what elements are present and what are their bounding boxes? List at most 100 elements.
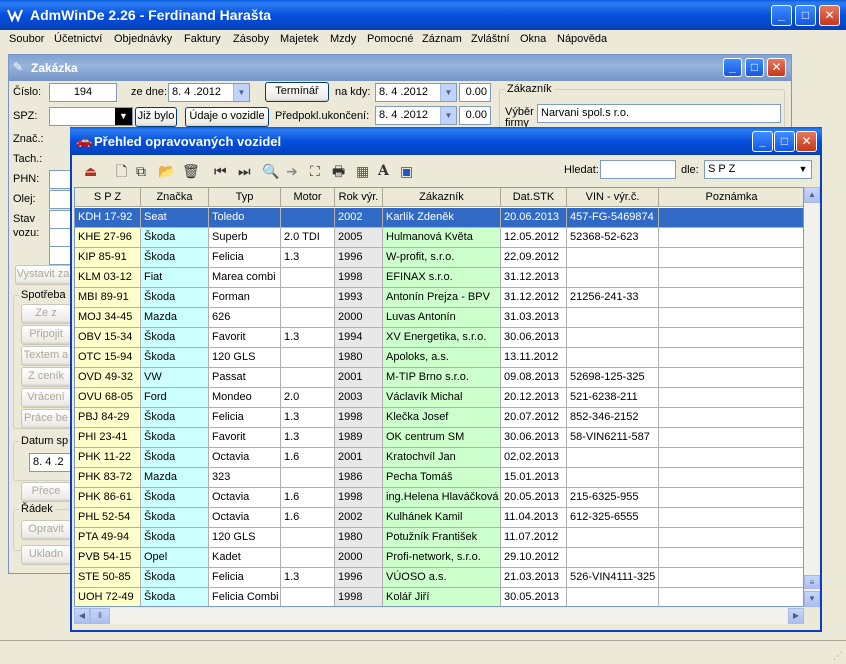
cell-poznamka[interactable] <box>659 308 803 328</box>
scroll-up-icon[interactable]: ▲ <box>804 187 820 203</box>
cell-zakaznik[interactable]: Apoloks, a.s. <box>383 348 501 368</box>
menu-majetek[interactable]: Majetek <box>280 33 319 45</box>
cell-typ[interactable]: Favorit <box>209 328 281 348</box>
cell-dat-stk[interactable]: 31.12.2012 <box>501 288 567 308</box>
cell-dat-stk[interactable]: 09.08.2013 <box>501 368 567 388</box>
cell-rok[interactable]: 2000 <box>335 548 383 568</box>
cell-vin[interactable] <box>567 308 659 328</box>
cell-znacka[interactable]: Škoda <box>141 288 209 308</box>
cell-vin[interactable]: 852-346-2152 <box>567 408 659 428</box>
chevron-down-icon[interactable]: ▼ <box>115 108 132 125</box>
cell-spz[interactable]: KHE 27-96 <box>75 228 141 248</box>
cell-vin[interactable]: 52368-52-623 <box>567 228 659 248</box>
cell-rok[interactable]: 1980 <box>335 348 383 368</box>
cell-vin[interactable] <box>567 548 659 568</box>
cell-rok[interactable]: 1998 <box>335 268 383 288</box>
scroll-right-icon[interactable]: ▶ <box>788 608 804 624</box>
cell-vin[interactable]: 521-6238-211 <box>567 388 659 408</box>
cell-typ[interactable]: Felicia <box>209 568 281 588</box>
cell-typ[interactable]: Octavia <box>209 448 281 468</box>
cell-motor[interactable]: 1.6 <box>281 508 335 528</box>
cell-dat-stk[interactable]: 20.07.2012 <box>501 408 567 428</box>
cell-poznamka[interactable] <box>659 348 803 368</box>
table-row[interactable]: KIP 85-91 Škoda Felicia 1.3 1996 W-profit, s.… <box>75 248 803 268</box>
cell-dat-stk[interactable]: 11.07.2012 <box>501 528 567 548</box>
cell-vin[interactable]: 52698-125-325 <box>567 368 659 388</box>
new-document-icon[interactable]: 🗋 <box>116 158 127 184</box>
cell-znacka[interactable]: Škoda <box>141 508 209 528</box>
cell-dat-stk[interactable]: 21.03.2013 <box>501 568 567 588</box>
cell-dat-stk[interactable]: 13.11.2012 <box>501 348 567 368</box>
spz-field[interactable]: ▼ <box>49 107 133 126</box>
cell-dat-stk[interactable]: 30.06.2013 <box>501 428 567 448</box>
vraceni-button[interactable]: Vrácení <box>21 388 71 408</box>
cell-dat-stk[interactable]: 12.05.2012 <box>501 228 567 248</box>
udaje-o-vozidle-button[interactable]: Údaje o vozidle <box>185 107 269 127</box>
cell-spz[interactable]: KLM 03-12 <box>75 268 141 288</box>
table-row[interactable]: PHK 11-22 Škoda Octavia 1.6 2001 Kratochvíl J… <box>75 448 803 468</box>
predpokl-time-field[interactable]: 0.00 <box>459 106 491 125</box>
scroll-thumb[interactable]: ≡ <box>804 575 820 589</box>
cell-rok[interactable]: 2001 <box>335 368 383 388</box>
cell-zakaznik[interactable]: ing.Helena Hlaváčková <box>383 488 501 508</box>
prehled-minimize-button[interactable]: _ <box>752 131 773 152</box>
cell-rok[interactable]: 1996 <box>335 248 383 268</box>
cell-rok[interactable]: 1986 <box>335 468 383 488</box>
zakazka-maximize-button[interactable]: □ <box>745 58 764 77</box>
open-folder-icon[interactable]: 📂 <box>158 158 175 184</box>
cell-poznamka[interactable] <box>659 428 803 448</box>
cell-rok[interactable]: 2002 <box>335 508 383 528</box>
cell-zakaznik[interactable]: M-TIP Brno s.r.o. <box>383 368 501 388</box>
arrow-right-icon[interactable]: ➔ <box>286 158 298 184</box>
prace-button[interactable]: Práce be <box>21 409 71 429</box>
cell-vin[interactable] <box>567 588 659 606</box>
minimize-button[interactable]: _ <box>771 5 792 26</box>
datum-field[interactable]: 8. 4 .2 <box>29 453 71 472</box>
table-row[interactable]: MOJ 34-45 Mazda 626 2000 Luvas Antonín 31.03.… <box>75 308 803 328</box>
cell-poznamka[interactable] <box>659 588 803 606</box>
cell-znacka[interactable]: Škoda <box>141 428 209 448</box>
cell-motor[interactable]: 2.0 <box>281 388 335 408</box>
cell-znacka[interactable]: Škoda <box>141 248 209 268</box>
cell-typ[interactable]: Favorit <box>209 428 281 448</box>
cell-spz[interactable]: STE 50-85 <box>75 568 141 588</box>
cell-dat-stk[interactable]: 30.06.2013 <box>501 328 567 348</box>
uz-bylo-button[interactable]: Již bylo <box>135 107 177 127</box>
cell-rok[interactable]: 2000 <box>335 308 383 328</box>
cell-poznamka[interactable] <box>659 468 803 488</box>
cell-spz[interactable]: OBV 15-34 <box>75 328 141 348</box>
cell-poznamka[interactable] <box>659 288 803 308</box>
table-row[interactable]: PVB 54-15 Opel Kadet 2000 Profi-network, s.r… <box>75 548 803 568</box>
cell-vin[interactable] <box>567 268 659 288</box>
cell-vin[interactable]: 21256-241-33 <box>567 288 659 308</box>
cell-rok[interactable]: 1989 <box>335 428 383 448</box>
vystavit-button[interactable]: Vystavit za <box>15 265 71 285</box>
cell-typ[interactable]: 120 GLS <box>209 528 281 548</box>
maximize-button[interactable]: □ <box>795 5 816 26</box>
print-icon[interactable]: 🖶 <box>332 158 345 184</box>
table-row[interactable]: UOH 72-49 Škoda Felicia Combi 1998 Kolář Jiř… <box>75 588 803 606</box>
table-row[interactable]: KDH 17-92 Seat Toledo 2002 Karlík Zdeněk 20.0… <box>75 208 803 228</box>
col-header-rok[interactable]: Rok výr. <box>335 188 383 207</box>
firma-field[interactable]: Narvani spol.s r.o. <box>537 104 781 123</box>
cell-zakaznik[interactable]: XV Energetika, s.r.o. <box>383 328 501 348</box>
cell-motor[interactable]: 1.3 <box>281 408 335 428</box>
cell-motor[interactable]: 1.6 <box>281 448 335 468</box>
cell-znacka[interactable]: Škoda <box>141 408 209 428</box>
cell-znacka[interactable]: Škoda <box>141 348 209 368</box>
vertical-scrollbar[interactable]: ▲ ≡ ▼ <box>804 187 820 607</box>
menu-okna[interactable]: Okna <box>520 33 546 45</box>
cell-typ[interactable]: Felicia <box>209 408 281 428</box>
cell-vin[interactable] <box>567 328 659 348</box>
col-header-znacka[interactable]: Značka <box>141 188 209 207</box>
chevron-down-icon[interactable]: ▼ <box>440 84 456 101</box>
cislo-field[interactable]: 194 <box>49 83 117 102</box>
cell-dat-stk[interactable]: 11.04.2013 <box>501 508 567 528</box>
cell-zakaznik[interactable]: Antonín Prejza - BPV <box>383 288 501 308</box>
cell-spz[interactable]: PHK 86-61 <box>75 488 141 508</box>
cell-zakaznik[interactable]: Luvas Antonín <box>383 308 501 328</box>
z-ceniku-button[interactable]: Z ceník <box>21 367 71 387</box>
cell-spz[interactable]: PHK 11-22 <box>75 448 141 468</box>
scroll-left-icon[interactable]: ◀ <box>74 608 90 624</box>
cell-znacka[interactable]: Seat <box>141 208 209 228</box>
